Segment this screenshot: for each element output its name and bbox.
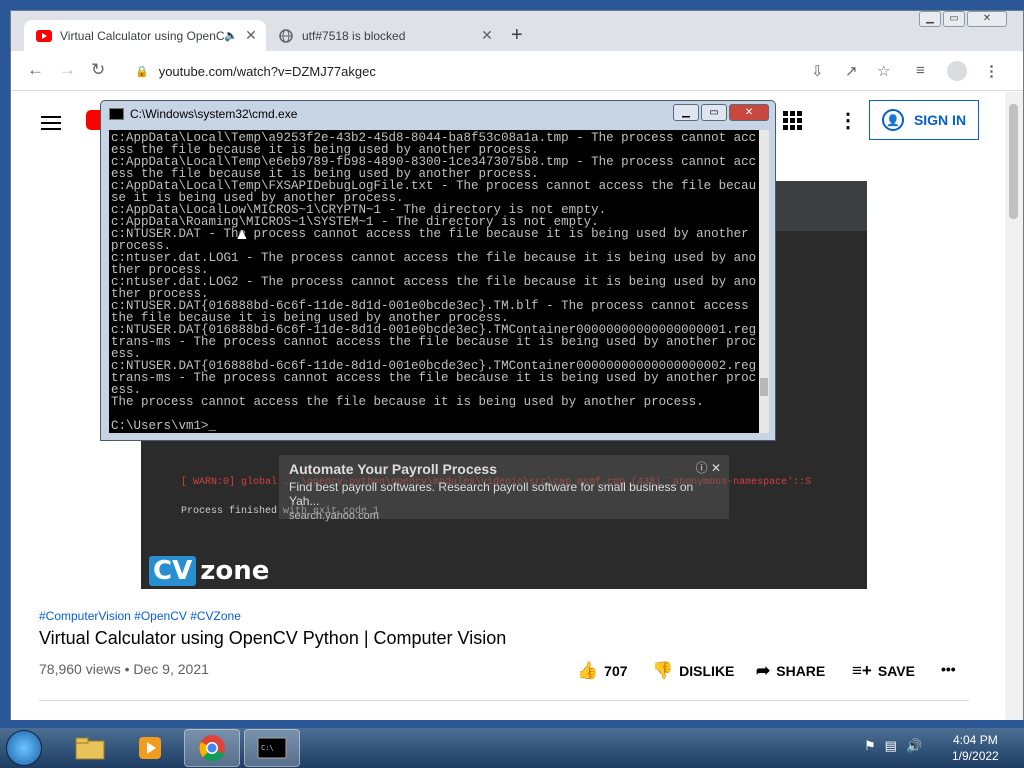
share-icon[interactable]: ↗ <box>845 62 858 80</box>
ad-close-icon[interactable]: ⓘ ✕ <box>696 459 721 476</box>
tab-title: utf#7518 is blocked <box>302 28 406 43</box>
settings-kebab-icon[interactable]: ⋮ <box>838 108 858 133</box>
save-button[interactable]: ≡+ SAVE <box>852 661 915 681</box>
cmd-titlebar[interactable]: C:\Windows\system32\cmd.exe <box>109 107 297 121</box>
system-tray: ⚑ ▤ 🔊 <box>864 738 931 754</box>
logo-cv: CV <box>149 556 197 586</box>
cmd-taskbar-icon[interactable]: C:\ <box>244 729 300 767</box>
cmd-window-controls: ▁ ▭ ✕ <box>671 104 769 121</box>
clock[interactable]: 4:04 PM 1/9/2022 <box>952 732 999 764</box>
lock-icon: 🔒 <box>135 65 149 78</box>
like-count: 707 <box>604 663 628 679</box>
apps-grid-icon[interactable] <box>783 111 802 130</box>
sign-in-label: SIGN IN <box>913 112 967 128</box>
more-actions-icon[interactable]: ••• <box>941 661 956 677</box>
install-icon[interactable]: ⇩ <box>811 62 824 80</box>
bookmark-star-icon[interactable]: ☆ <box>877 62 890 80</box>
toolbar: ← → ↻ 🔒 youtube.com/watch?v=DZMJ77akgec … <box>11 51 1023 91</box>
cmd-scroll-thumb[interactable] <box>760 378 768 396</box>
minimize-icon[interactable]: ▁ <box>919 11 941 27</box>
ad-title: Automate Your Payroll Process <box>289 461 497 477</box>
cmd-minimize-icon[interactable]: ▁ <box>673 104 699 121</box>
tab-youtube[interactable]: Virtual Calculator using OpenCV Python |… <box>24 20 266 51</box>
reading-list-icon[interactable]: ≡ <box>916 62 925 79</box>
clock-date: 1/9/2022 <box>952 749 999 763</box>
profile-icon[interactable] <box>947 61 967 81</box>
sign-in-button[interactable]: 👤 SIGN IN <box>869 100 979 140</box>
share-button[interactable]: ➦ SHARE <box>756 661 825 681</box>
volume-icon[interactable]: 🔊 <box>906 738 922 754</box>
tab-bar: Virtual Calculator using OpenCV Python |… <box>11 11 1023 51</box>
menu-kebab-icon[interactable]: ⋮ <box>984 62 999 80</box>
cmd-scrollbar[interactable] <box>759 130 769 433</box>
dislike-button[interactable]: 👎 DISLIKE <box>652 661 734 681</box>
hamburger-menu-icon[interactable] <box>41 112 61 134</box>
cmd-window[interactable]: C:\Windows\system32\cmd.exe ▁ ▭ ✕ c:AppD… <box>100 100 776 441</box>
cmd-icon <box>109 108 124 120</box>
close-icon[interactable]: ✕ <box>967 11 1007 27</box>
video-title: Virtual Calculator using OpenCV Python |… <box>39 628 507 648</box>
divider <box>39 700 969 701</box>
cmd-maximize-icon[interactable]: ▭ <box>701 104 727 121</box>
cvzone-logo: CV zone <box>149 556 269 586</box>
maximize-icon[interactable]: ▭ <box>943 11 965 27</box>
ad-url: search.yahoo.com <box>289 510 379 522</box>
explorer-taskbar-icon[interactable] <box>62 729 118 767</box>
scrollbar-thumb[interactable] <box>1009 104 1018 219</box>
new-tab-icon[interactable]: + <box>511 24 523 47</box>
speaker-icon[interactable]: 🔈 <box>224 29 238 42</box>
logo-zone: zone <box>200 556 270 586</box>
like-button[interactable]: 👍 707 <box>577 661 628 681</box>
tab-title: Virtual Calculator using OpenCV Python |… <box>60 28 225 43</box>
window-controls: ▁ ▭ ✕ <box>917 11 1007 27</box>
clock-time: 4:04 PM <box>953 733 998 747</box>
save-label: SAVE <box>877 663 915 679</box>
ad-description: Find best payroll softwares. Research pa… <box>289 480 694 508</box>
mouse-cursor-icon: ▲ <box>234 226 250 243</box>
close-tab-icon[interactable]: ✕ <box>478 27 496 44</box>
media-player-taskbar-icon[interactable] <box>122 729 178 767</box>
view-count: 78,960 views • Dec 9, 2021 <box>39 661 209 677</box>
action-center-icon[interactable]: ⚑ <box>864 738 876 754</box>
taskbar: C:\ ⚑ ▤ 🔊 4:04 PM 1/9/2022 <box>0 728 1024 768</box>
back-icon[interactable]: ← <box>27 60 44 80</box>
dislike-label: DISLIKE <box>679 663 735 679</box>
close-tab-icon[interactable]: ✕ <box>242 27 260 44</box>
cmd-output[interactable]: c:AppData\Local\Temp\a9253f2e-43b2-45d8-… <box>109 130 759 433</box>
svg-text:C:\: C:\ <box>261 744 274 752</box>
hashtags[interactable]: #ComputerVision #OpenCV #CVZone <box>39 609 241 623</box>
tab-blocked[interactable]: utf#7518 is blocked ✕ <box>266 20 502 51</box>
forward-icon[interactable]: → <box>59 60 76 80</box>
network-icon[interactable]: ▤ <box>885 738 897 754</box>
cmd-close-icon[interactable]: ✕ <box>729 104 769 121</box>
globe-icon <box>278 28 294 44</box>
chrome-taskbar-icon[interactable] <box>184 729 240 767</box>
thumbs-up-icon: 👍 <box>577 661 599 680</box>
page-scrollbar[interactable] <box>1005 92 1023 720</box>
share-arrow-icon: ➦ <box>756 661 771 680</box>
ad-overlay[interactable]: Automate Your Payroll Process Find best … <box>279 455 729 522</box>
playlist-add-icon: ≡+ <box>852 661 872 680</box>
start-button[interactable] <box>6 730 42 766</box>
youtube-icon <box>36 28 52 44</box>
thumbs-down-icon: 👎 <box>652 661 674 680</box>
reload-icon[interactable]: ↻ <box>91 60 105 80</box>
cmd-title: C:\Windows\system32\cmd.exe <box>130 107 298 121</box>
user-icon: 👤 <box>881 109 904 131</box>
address-bar[interactable]: 🔒 youtube.com/watch?v=DZMJ77akgec <box>127 56 897 86</box>
url-text: youtube.com/watch?v=DZMJ77akgec <box>158 63 376 79</box>
share-label: SHARE <box>776 663 826 679</box>
